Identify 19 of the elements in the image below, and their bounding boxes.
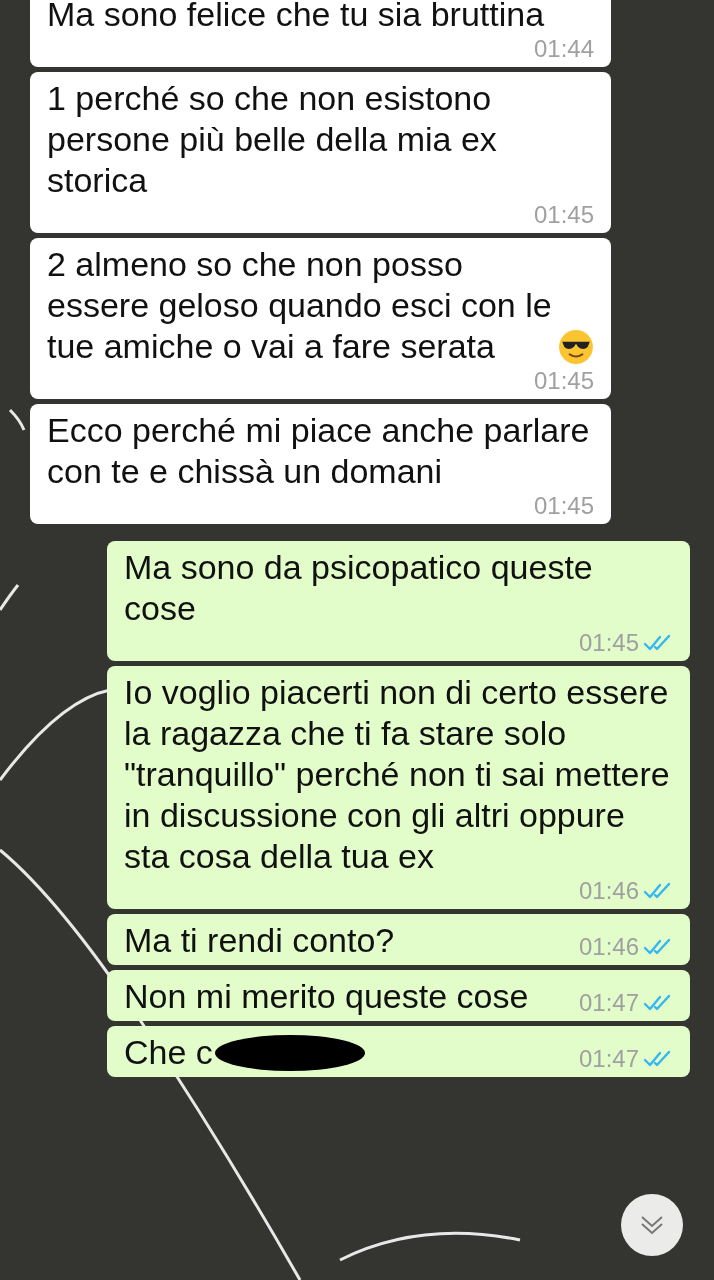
message-time: 01:45 (533, 492, 594, 520)
message-time: 01:45 (533, 201, 594, 229)
message-time: 01:46 (578, 933, 639, 961)
message-text: Ecco perché mi piace anche parlare con te e chissà un domani (47, 410, 591, 492)
message-text: Io voglio piacerti non di certo essere la ragazza che ti fa stare solo "tranquillo" perché non ti sai mettere in discussione con gli altri oppure sta cosa della tua ex (124, 672, 671, 877)
message-time: 01:45 (578, 629, 639, 657)
message-time: 01:45 (533, 367, 594, 395)
message-text: Non mi merito queste cose (124, 976, 529, 1017)
message-text: Che c (124, 1032, 213, 1073)
double-chevron-down-icon (639, 1213, 665, 1237)
message-text: Ma ti rendi conto? (124, 920, 395, 961)
message-time: 01:47 (578, 989, 639, 1017)
message-time: 01:44 (533, 35, 594, 63)
message-text: Ma sono da psicopatico queste cose (124, 547, 594, 629)
message-time: 01:46 (578, 877, 639, 905)
message-text: 2 almeno so che non posso essere geloso quando esci con le tue amiche o vai a fare serata (47, 244, 553, 367)
message-text: Ma sono felice che tu sia bruttina (47, 0, 545, 35)
message-time: 01:47 (578, 1045, 639, 1073)
message-text: 1 perché so che non esistono persone più belle della mia ex storica (47, 78, 498, 201)
